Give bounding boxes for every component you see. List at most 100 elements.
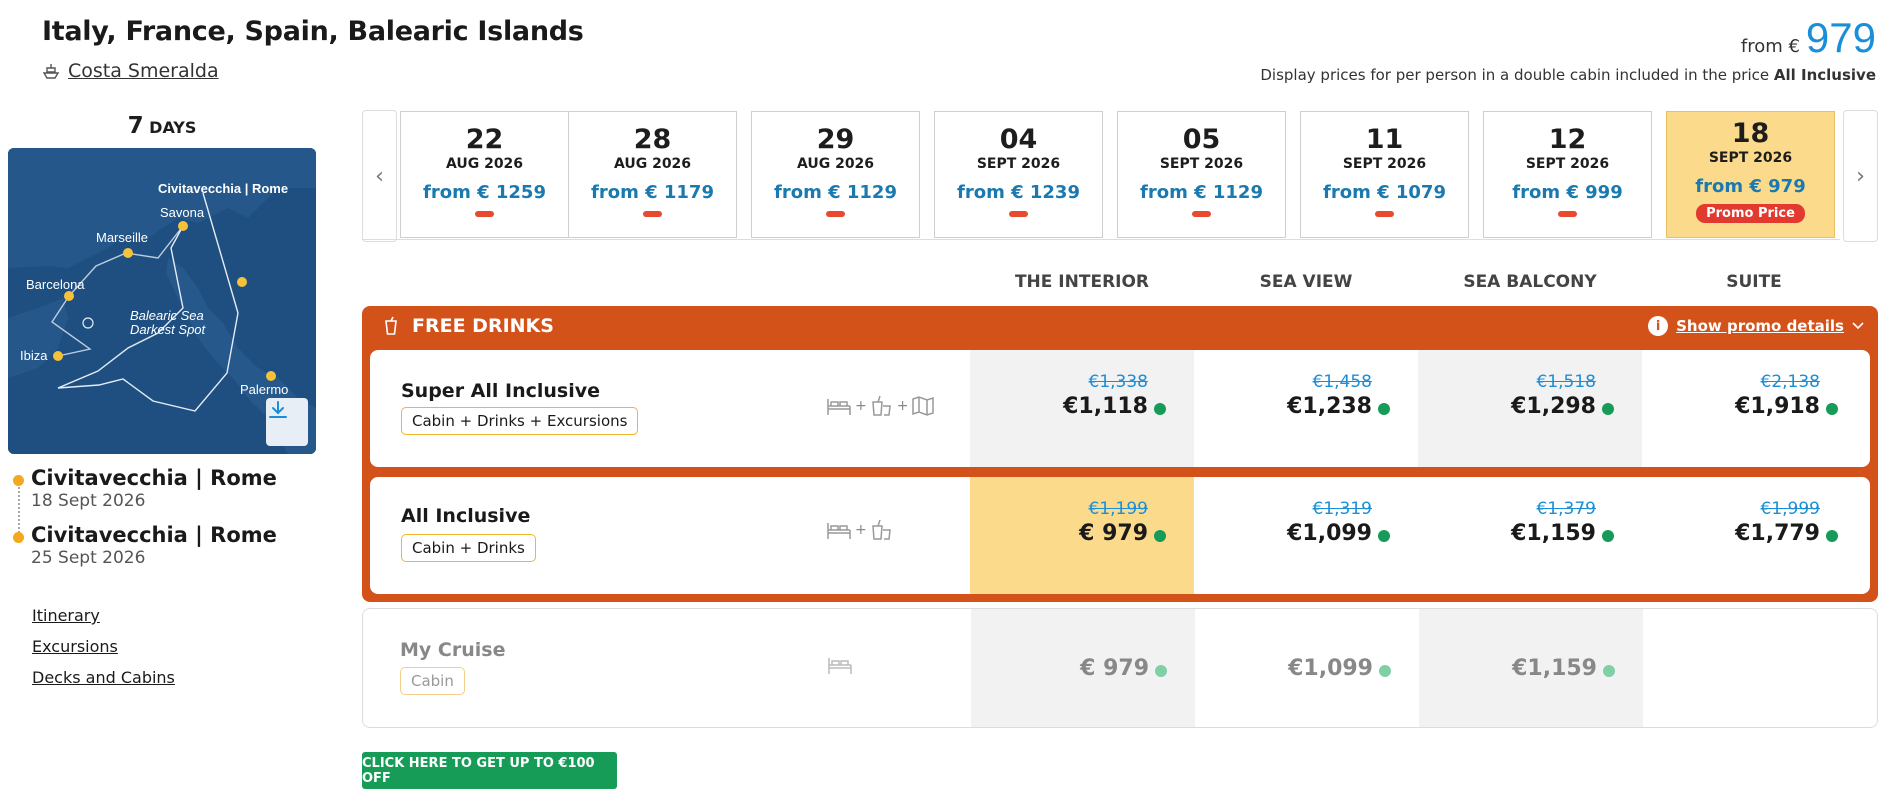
download-map-button[interactable]: [266, 398, 308, 446]
new-price: €1,118: [1063, 394, 1148, 419]
price-cell-sea-view[interactable]: €1,099: [1195, 609, 1419, 727]
date-price: from € 1259: [423, 182, 546, 203]
price-cell-sea-balcony[interactable]: €1,518 €1,298: [1418, 350, 1642, 467]
promo-header: FREE DRINKS i Show promo details: [362, 306, 1878, 346]
arrival-dot: [13, 532, 24, 543]
date-day: 29: [816, 124, 855, 155]
price-cell-sea-view[interactable]: €1,319 €1,099: [1194, 477, 1418, 594]
availability-dot: [1602, 530, 1614, 542]
old-price: €1,379: [1536, 499, 1596, 519]
availability-dot: [1378, 403, 1390, 415]
availability-bar: [1192, 211, 1211, 217]
price-cell-interior[interactable]: € 979: [971, 609, 1195, 727]
old-price: €1,338: [1088, 372, 1148, 392]
promo-price-badge: Promo Price: [1696, 204, 1805, 223]
departure-dot: [13, 475, 24, 486]
arrival-date: 25 Sept 2026: [31, 548, 146, 568]
route-connector: [18, 487, 20, 533]
date-option-selected[interactable]: 18 SEPT 2026 from € 979 Promo Price: [1666, 111, 1835, 238]
date-option[interactable]: 05 SEPT 2026 from € 1129: [1117, 111, 1286, 238]
itinerary-map[interactable]: Civitavecchia | Rome Savona Marseille Ba…: [8, 148, 316, 454]
date-option[interactable]: 28 AUG 2026 from € 1179: [568, 111, 737, 238]
price-cell-sea-view[interactable]: €1,458 €1,238: [1194, 350, 1418, 467]
download-icon: [269, 401, 287, 418]
price-cell-sea-balcony[interactable]: €1,159: [1419, 609, 1643, 727]
availability-dot: [1154, 530, 1166, 542]
date-option[interactable]: 22 AUG 2026 from € 1259: [400, 111, 569, 238]
availability-dot: [1378, 530, 1390, 542]
ship-name: Costa Smeralda: [68, 60, 219, 82]
date-month: AUG 2026: [613, 156, 692, 172]
old-price: €2,138: [1760, 372, 1820, 392]
plus-sign: +: [855, 398, 867, 414]
date-option[interactable]: 29 AUG 2026 from € 1129: [751, 111, 920, 238]
package-icons: [827, 654, 853, 676]
availability-dot: [1603, 665, 1615, 677]
map-label-barcelona: Barcelona: [26, 277, 85, 292]
package-icons: +: [826, 518, 894, 542]
link-excursions[interactable]: Excursions: [32, 637, 118, 656]
chevron-left-icon: ‹: [375, 163, 384, 189]
price-cell-interior-selected[interactable]: €1,199 € 979: [970, 477, 1194, 594]
carousel-next-button[interactable]: ›: [1843, 110, 1878, 242]
package-row-my-cruise[interactable]: My Cruise Cabin € 979 €1,099 €1,159: [362, 608, 1878, 728]
package-name: All Inclusive: [401, 505, 531, 527]
show-promo-details-button[interactable]: i Show promo details: [1648, 316, 1864, 336]
map-label-balearic: Balearic Sea: [130, 308, 204, 323]
duration-number: 7: [127, 113, 144, 139]
chevron-down-icon: [1852, 322, 1864, 330]
ship-link[interactable]: Costa Smeralda: [42, 60, 219, 82]
new-price: €1,159: [1511, 521, 1596, 546]
old-price: €1,199: [1088, 499, 1148, 519]
price-disclaimer: Display prices for per person in a doubl…: [1260, 66, 1876, 84]
link-decks-cabins[interactable]: Decks and Cabins: [32, 668, 175, 687]
availability-dot: [1826, 530, 1838, 542]
price-from-label: from €: [1740, 36, 1800, 57]
availability-dot: [1602, 403, 1614, 415]
availability-bar: [1558, 211, 1577, 217]
date-day: 18: [1731, 118, 1770, 149]
bed-icon: [827, 523, 851, 539]
availability-bar: [826, 211, 845, 217]
map-label-ibiza: Ibiza: [20, 348, 48, 363]
date-option[interactable]: 11 SEPT 2026 from € 1079: [1300, 111, 1469, 238]
date-day: 28: [633, 124, 672, 155]
price-cell-suite[interactable]: €2,138 €1,918: [1642, 350, 1866, 467]
old-price: €1,458: [1312, 372, 1372, 392]
price-cell-suite[interactable]: €1,999 €1,779: [1642, 477, 1866, 594]
package-row-super-all-inclusive[interactable]: Super All Inclusive Cabin + Drinks + Exc…: [370, 350, 1870, 467]
date-month: AUG 2026: [445, 156, 524, 172]
duration: 7 DAYS: [8, 113, 316, 139]
price-from-value: 979: [1805, 14, 1876, 61]
date-day: 04: [999, 124, 1038, 155]
show-promo-details-label: Show promo details: [1676, 317, 1844, 335]
date-option[interactable]: 04 SEPT 2026 from € 1239: [934, 111, 1103, 238]
availability-dot: [1154, 403, 1166, 415]
availability-bar: [1009, 211, 1028, 217]
price-cell-interior[interactable]: €1,338 €1,118: [970, 350, 1194, 467]
package-row-all-inclusive[interactable]: All Inclusive Cabin + Drinks + €1,199 € …: [370, 477, 1870, 594]
bed-icon: [828, 658, 852, 674]
price-cell-sea-balcony[interactable]: €1,379 €1,159: [1418, 477, 1642, 594]
date-option[interactable]: 12 SEPT 2026 from € 999: [1483, 111, 1652, 238]
availability-dot: [1155, 665, 1167, 677]
carousel-prev-button[interactable]: ‹: [362, 110, 397, 242]
price: € 979: [1080, 656, 1149, 681]
package-tag: Cabin: [400, 667, 465, 695]
column-header-sea-balcony: SEA BALCONY: [1463, 272, 1597, 292]
date-month: AUG 2026: [796, 156, 875, 172]
availability-bar: [643, 211, 662, 217]
drink-cup-icon: [385, 316, 397, 335]
promo-title: FREE DRINKS: [412, 315, 554, 337]
new-price: €1,238: [1287, 394, 1372, 419]
column-header-interior: THE INTERIOR: [1014, 272, 1150, 292]
package-name: Super All Inclusive: [401, 380, 601, 402]
date-month: SEPT 2026: [1525, 156, 1610, 172]
column-header-suite: SUITE: [1726, 272, 1782, 292]
old-price: €1,999: [1760, 499, 1820, 519]
new-price: €1,099: [1287, 521, 1372, 546]
link-itinerary[interactable]: Itinerary: [32, 606, 100, 625]
new-price: €1,918: [1735, 394, 1820, 419]
discount-cta-button[interactable]: CLICK HERE TO GET UP TO €100 OFF: [362, 752, 617, 789]
old-price: €1,319: [1312, 499, 1372, 519]
